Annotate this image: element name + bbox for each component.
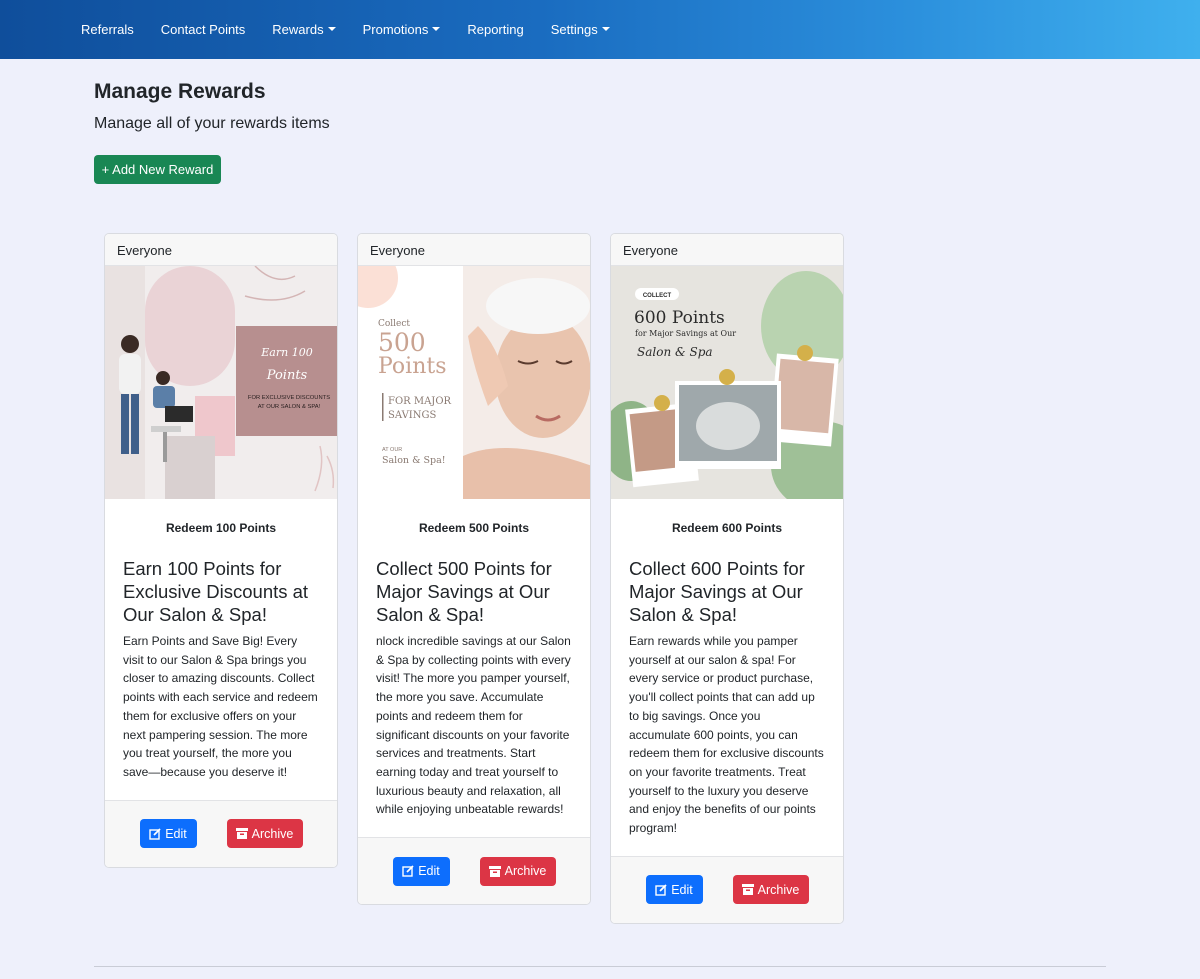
reward-description: Earn rewards while you pamper yourself a… xyxy=(629,634,824,836)
nav-settings-dropdown[interactable]: Settings xyxy=(551,22,610,37)
image-text-savings: SAVINGS xyxy=(388,410,436,421)
card-audience: Everyone xyxy=(358,234,590,266)
image-text-at-our: AT OUR xyxy=(382,447,402,453)
reward-description: Earn Points and Save Big! Every visit to… xyxy=(123,634,318,779)
archive-icon xyxy=(488,865,501,877)
page-title: Manage Rewards xyxy=(94,80,266,103)
card-audience: Everyone xyxy=(611,234,843,266)
caret-down-icon xyxy=(327,26,336,31)
edit-button[interactable]: Edit xyxy=(392,856,450,886)
edit-icon xyxy=(655,884,667,896)
caret-down-icon xyxy=(601,26,610,31)
edit-button[interactable]: Edit xyxy=(645,875,703,905)
image-text-discounts: FOR EXCLUSIVE DISCOUNTS xyxy=(248,395,330,401)
image-text-for-major: FOR MAJOR xyxy=(388,396,452,407)
archive-icon xyxy=(741,884,754,896)
edit-label: Edit xyxy=(671,882,693,897)
nav-reporting-label: Reporting xyxy=(467,22,524,37)
nav-contact-points[interactable]: Contact Points xyxy=(161,22,246,37)
image-text-600-points: 600 Points xyxy=(634,308,725,328)
redeem-points-label: Redeem 500 Points xyxy=(418,521,530,535)
image-text-salon-spa: Salon & Spa! xyxy=(382,455,446,466)
reward-title: Collect 500 Points for Major Savings at … xyxy=(376,558,552,625)
card-audience: Everyone xyxy=(105,234,337,266)
reward-card: Everyone Earn 100 Points FOR EXCLUSIVE D… xyxy=(104,233,338,868)
nav-referrals-label: Referrals xyxy=(81,22,134,37)
add-new-reward-button[interactable]: + Add New Reward xyxy=(94,155,221,184)
image-text-salon-spa: Salon & Spa xyxy=(637,345,713,359)
nav-rewards-dropdown[interactable]: Rewards xyxy=(272,22,336,37)
archive-icon xyxy=(235,828,248,840)
reward-description: nlock incredible savings at our Salon & … xyxy=(376,634,571,817)
reward-image: COLLECT 600 Points for Major Savings at … xyxy=(611,266,843,499)
card-actions: Edit Archive xyxy=(611,855,843,923)
image-text-salon: AT OUR SALON & SPA! xyxy=(258,404,321,410)
nav-promotions-label: Promotions xyxy=(362,22,429,37)
nav-reporting[interactable]: Reporting xyxy=(467,22,523,37)
image-badge-collect: COLLECT xyxy=(643,293,672,299)
reward-title: Earn 100 Points for Exclusive Discounts … xyxy=(123,558,309,625)
edit-label: Edit xyxy=(165,826,187,841)
archive-label: Archive xyxy=(251,826,294,841)
card-actions: Edit Archive xyxy=(358,837,590,905)
redeem-points-label: Redeem 100 Points xyxy=(165,521,277,535)
reward-title: Collect 600 Points for Major Savings at … xyxy=(629,558,805,625)
archive-button[interactable]: Archive xyxy=(226,819,303,849)
edit-label: Edit xyxy=(418,864,440,879)
top-navbar: Referrals Contact Points Rewards Promoti… xyxy=(0,0,1200,59)
nav-rewards-label: Rewards xyxy=(272,22,324,37)
image-text-points: Points xyxy=(266,368,308,383)
spa-collage-illustration: COLLECT 600 Points for Major Savings at … xyxy=(611,266,843,499)
archive-button[interactable]: Archive xyxy=(479,856,556,886)
edit-icon xyxy=(149,827,161,840)
page-subtitle: Manage all of your rewards items xyxy=(94,115,330,132)
footer-divider xyxy=(94,966,1106,967)
reward-card: Everyone COLLECT 600 Points for Major Sa… xyxy=(610,233,844,924)
card-actions: Edit Archive xyxy=(105,799,337,867)
edit-icon xyxy=(402,865,414,877)
reward-image: Earn 100 Points FOR EXCLUSIVE DISCOUNTS … xyxy=(105,266,337,499)
archive-button[interactable]: Archive xyxy=(732,875,809,905)
archive-label: Archive xyxy=(757,882,800,897)
nav-contact-points-label: Contact Points xyxy=(160,22,246,37)
reward-image: Collect 500 Points FOR MAJOR SAVINGS AT … xyxy=(358,266,590,499)
salon-promo-illustration: Earn 100 Points FOR EXCLUSIVE DISCOUNTS … xyxy=(105,266,337,499)
caret-down-icon xyxy=(432,26,441,31)
reward-card: Everyone Collect 500 Points FOR MAJOR SA… xyxy=(357,233,591,906)
spa-promo-illustration: Collect 500 Points FOR MAJOR SAVINGS AT … xyxy=(358,266,590,499)
nav-promotions-dropdown[interactable]: Promotions xyxy=(363,22,441,37)
nav-referrals[interactable]: Referrals xyxy=(81,22,134,37)
image-text-points: Points xyxy=(378,354,447,379)
image-text-earn: Earn 100 xyxy=(260,346,312,359)
edit-button[interactable]: Edit xyxy=(139,819,197,849)
image-text-500: 500 xyxy=(378,328,426,357)
image-text-major-savings: for Major Savings at Our xyxy=(635,329,736,338)
archive-label: Archive xyxy=(504,864,547,879)
redeem-points-label: Redeem 600 Points xyxy=(671,521,783,535)
nav-settings-label: Settings xyxy=(550,22,598,37)
